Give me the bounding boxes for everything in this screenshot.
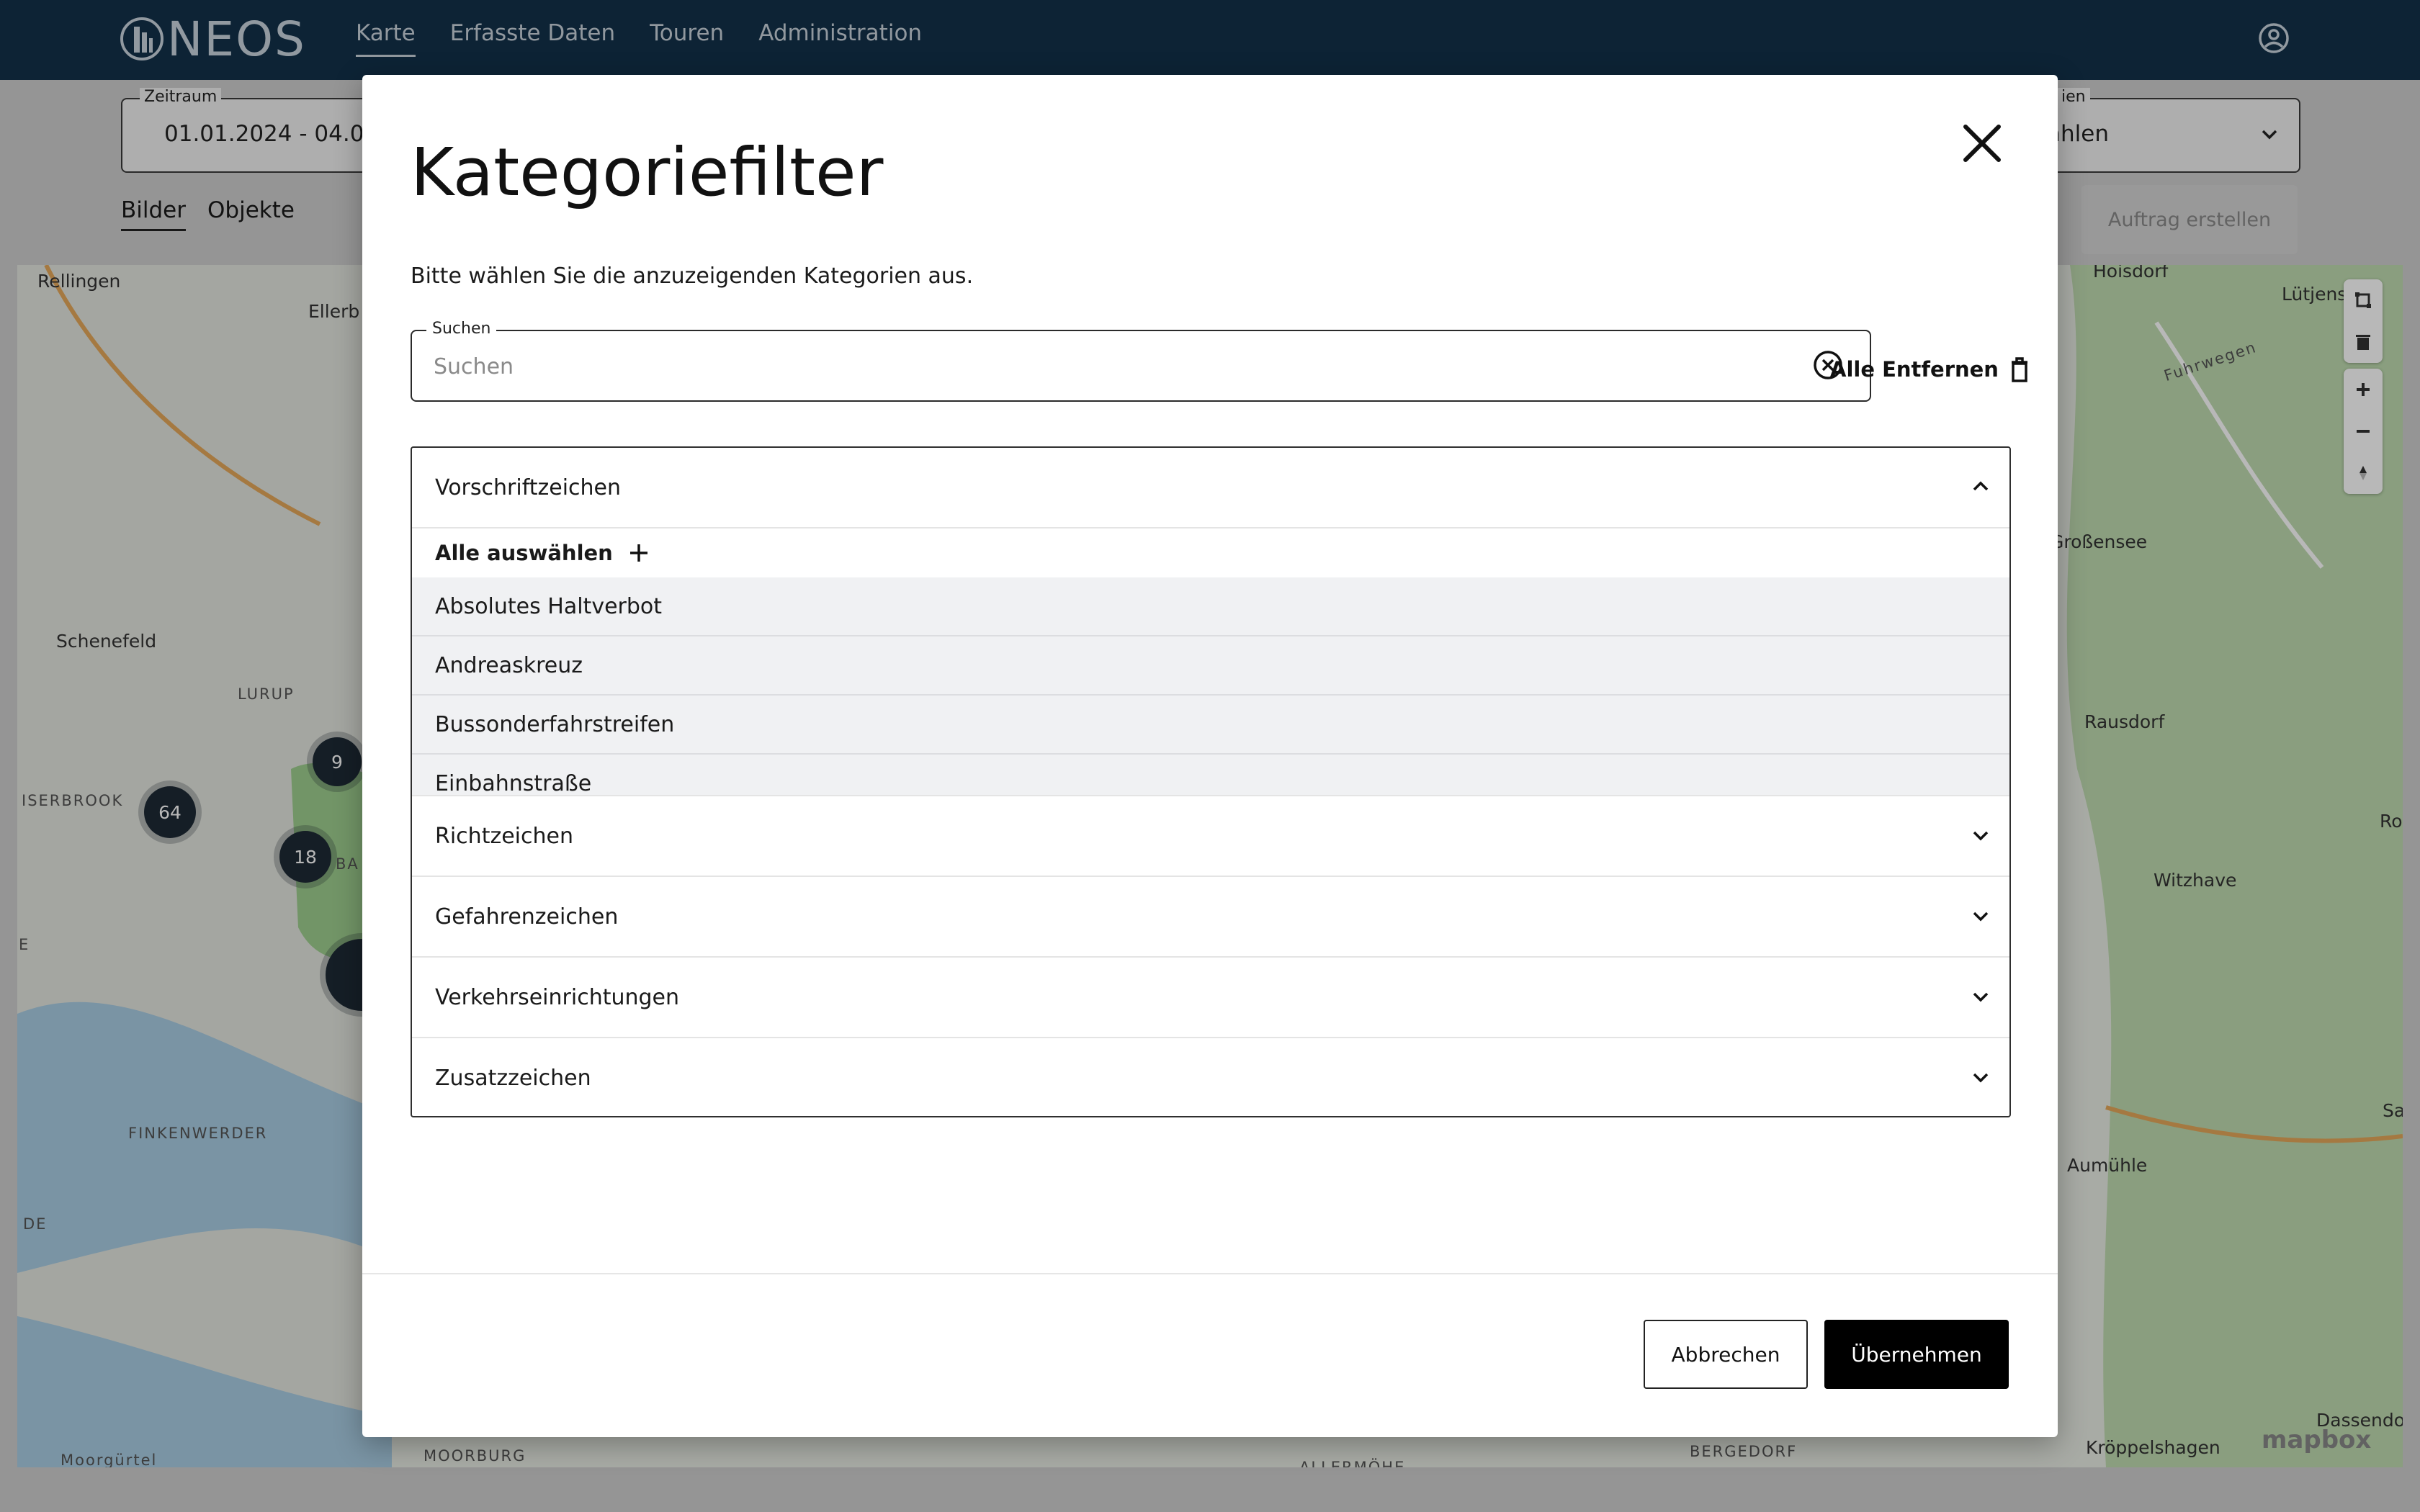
search-input[interactable] (432, 346, 1789, 387)
trash-icon (2011, 357, 2027, 382)
chevron-down-icon (1973, 1073, 1989, 1083)
category-header-zusatzzeichen[interactable]: Zusatzzeichen (412, 1038, 2009, 1116)
chevron-down-icon (1973, 831, 1989, 841)
dialog-footer-divider (362, 1273, 2058, 1274)
option-absolutes-haltverbot[interactable]: Absolutes Haltverbot (412, 577, 2009, 635)
search-label: Suchen (426, 320, 497, 338)
dialog-title: Kategoriefilter (411, 134, 884, 211)
remove-all-button[interactable]: Alle Entfernen (1830, 356, 2030, 383)
plus-icon (629, 544, 647, 562)
category-name: Gefahrenzeichen (435, 904, 619, 930)
option-einbahnstrasse[interactable]: Einbahnstraße (412, 753, 2009, 795)
category-header-richtzeichen[interactable]: Richtzeichen (412, 796, 2009, 877)
option-bussonderfahrstreifen[interactable]: Bussonderfahrstreifen (412, 694, 2009, 753)
category-name: Verkehrseinrichtungen (435, 984, 680, 1010)
category-header-vorschriftzeichen[interactable]: Vorschriftzeichen (412, 448, 2009, 528)
select-all-label: Alle auswählen (435, 541, 613, 565)
search-field: Suchen (411, 320, 1871, 402)
category-options-list[interactable]: Alle auswählen Absolutes Haltverbot Andr… (412, 528, 2009, 796)
chevron-down-icon (1973, 992, 1989, 1002)
category-header-verkehrseinrichtungen[interactable]: Verkehrseinrichtungen (412, 958, 2009, 1038)
category-header-gefahrenzeichen[interactable]: Gefahrenzeichen (412, 877, 2009, 958)
select-all-button[interactable]: Alle auswählen (412, 528, 2009, 577)
category-name: Richtzeichen (435, 823, 573, 849)
option-andreaskreuz[interactable]: Andreaskreuz (412, 635, 2009, 694)
category-name: Zusatzzeichen (435, 1065, 591, 1091)
cancel-button[interactable]: Abbrechen (1644, 1320, 1808, 1389)
category-filter-dialog: Kategoriefilter Bitte wählen Sie die anz… (362, 75, 2058, 1437)
category-name: Vorschriftzeichen (435, 474, 622, 500)
apply-button[interactable]: Übernehmen (1824, 1320, 2009, 1389)
chevron-up-icon (1973, 481, 1989, 491)
chevron-down-icon (1973, 912, 1989, 922)
category-accordion: Vorschriftzeichen Alle auswählen Absolut… (411, 446, 2011, 1117)
close-icon[interactable] (1958, 120, 2006, 167)
dialog-description: Bitte wählen Sie die anzuzeigenden Kateg… (411, 264, 974, 289)
remove-all-label: Alle Entfernen (1830, 357, 1999, 382)
